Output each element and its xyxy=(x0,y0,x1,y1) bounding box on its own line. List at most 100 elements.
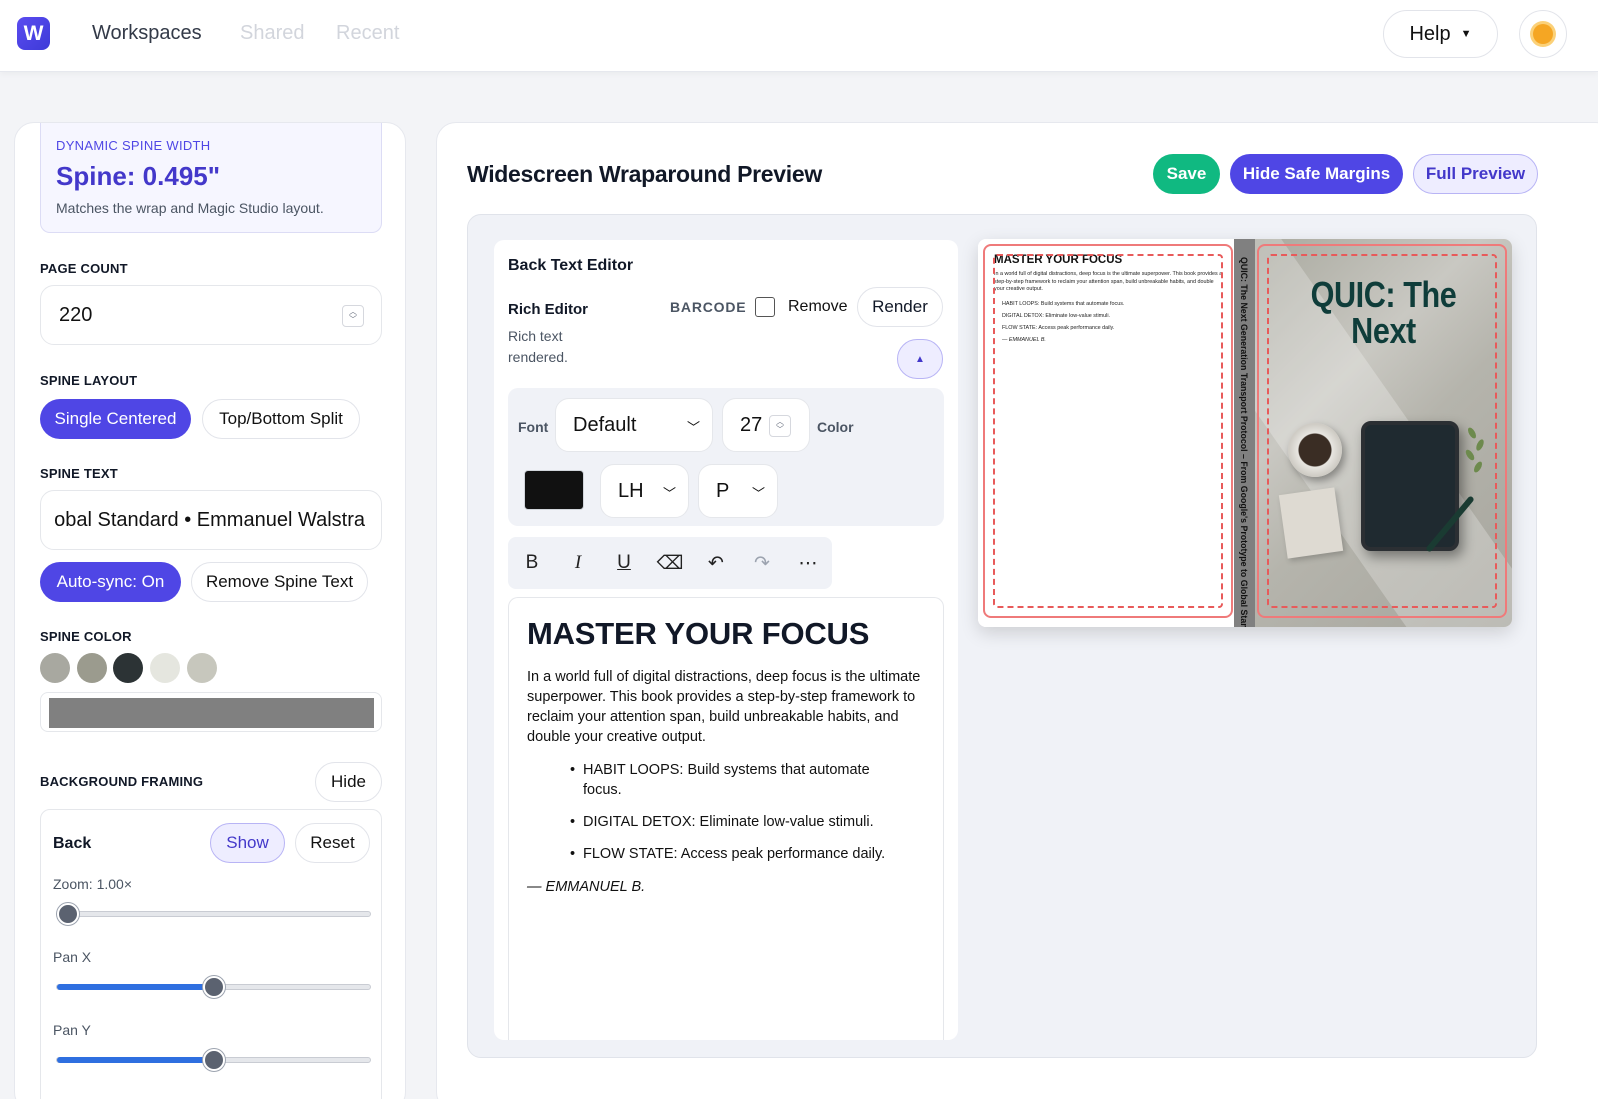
text-color-swatch[interactable] xyxy=(524,470,584,510)
help-label: Help xyxy=(1409,22,1451,45)
font-label: Font xyxy=(518,419,549,435)
chevron-up-icon: ▲ xyxy=(915,353,925,365)
remove-spine-text-button[interactable]: Remove Spine Text xyxy=(191,562,368,602)
pan-y-fill xyxy=(57,1057,214,1063)
redo-icon[interactable]: ↷ xyxy=(749,550,775,576)
spine-width-note: Matches the wrap and Magic Studio layout… xyxy=(56,200,324,216)
nav-workspaces[interactable]: Workspaces xyxy=(92,22,202,45)
back-text-editor: Back Text Editor Rich Editor Rich text r… xyxy=(494,240,958,1040)
italic-icon[interactable]: I xyxy=(565,550,591,576)
app-logo[interactable]: W xyxy=(17,17,50,50)
pan-x-label: Pan X xyxy=(53,949,92,965)
hide-safe-margins-button[interactable]: Hide Safe Margins xyxy=(1230,154,1403,194)
single-centered-button[interactable]: Single Centered xyxy=(40,399,191,439)
nav-shared[interactable]: Shared xyxy=(240,22,305,45)
font-select-value: Default xyxy=(573,413,637,436)
rich-text-toolbar: B I U ⌫ ↶ ↷ ⋯ xyxy=(508,537,832,589)
sun-icon xyxy=(1533,24,1553,44)
format-controls: Font Default ﹀ 27 ︿ ﹀ Color LH ﹀ P ﹀ xyxy=(508,388,944,526)
pan-y-slider-thumb[interactable] xyxy=(202,1049,225,1071)
color-swatch-4[interactable] xyxy=(150,653,180,683)
eraser-icon[interactable]: ⌫ xyxy=(657,550,684,576)
spine-width-value: Spine: 0.495" xyxy=(56,161,221,191)
preview-panel: Widescreen Wraparound Preview Save Hide … xyxy=(436,122,1598,1099)
cover-wrap-preview: MASTER YOUR FOCUS In a world full of dig… xyxy=(978,239,1512,627)
list-item: FLOW STATE: Access peak performance dail… xyxy=(570,844,903,864)
back-safe-margin xyxy=(993,254,1223,608)
chevron-down-icon: ﹀ xyxy=(751,486,765,501)
barcode-label: BARCODE xyxy=(670,299,747,315)
spine: QUIC: The Next Generation Transport Prot… xyxy=(1234,239,1255,627)
show-framing-button[interactable]: Show xyxy=(210,823,285,863)
color-swatch-5[interactable] xyxy=(187,653,217,683)
spine-settings-panel: DYNAMIC SPINE WIDTH Spine: 0.495" Matche… xyxy=(14,122,406,1099)
zoom-slider-thumb[interactable] xyxy=(57,903,79,925)
framing-back-title: Back xyxy=(53,835,92,852)
line-height-value: LH xyxy=(618,479,644,502)
page-count-label: PAGE COUNT xyxy=(40,261,128,276)
pan-x-slider-thumb[interactable] xyxy=(202,976,225,998)
content-signature: — EMMANUEL B. xyxy=(527,879,646,895)
paragraph-style-select[interactable]: P ﹀ xyxy=(698,464,778,518)
spine-title: QUIC: The Next Generation Transport Prot… xyxy=(1239,257,1249,627)
content-paragraph: In a world full of digital distractions,… xyxy=(527,669,921,745)
spine-layout-label: SPINE LAYOUT xyxy=(40,373,138,388)
zoom-label: Zoom: 1.00× xyxy=(53,876,132,892)
nav-recent[interactable]: Recent xyxy=(336,22,399,45)
color-swatch-3[interactable] xyxy=(113,653,143,683)
top-navigation: W Workspaces Shared Recent Help ▼ xyxy=(0,0,1598,72)
render-button[interactable]: Render xyxy=(857,287,943,327)
spine-color-preview xyxy=(49,698,374,728)
content-bullet-list: HABIT LOOPS: Build systems that automate… xyxy=(570,760,903,876)
rich-editor-label: Rich Editor xyxy=(508,301,589,318)
page-title: Widescreen Wraparound Preview xyxy=(467,161,822,187)
color-swatch-2[interactable] xyxy=(77,653,107,683)
preview-area: Back Text Editor Rich Editor Rich text r… xyxy=(467,214,1537,1058)
stepper-down-icon[interactable]: ﹀ xyxy=(349,316,357,324)
page-count-stepper[interactable]: ︿ ﹀ xyxy=(342,305,364,327)
paragraph-style-value: P xyxy=(716,479,730,502)
reset-framing-button[interactable]: Reset xyxy=(295,823,370,863)
pan-y-label: Pan Y xyxy=(53,1022,91,1038)
help-button[interactable]: Help ▼ xyxy=(1383,10,1498,58)
editor-title: Back Text Editor xyxy=(508,257,634,274)
font-size-input[interactable]: 27 ︿ ﹀ xyxy=(722,398,810,452)
more-options-icon[interactable]: ⋯ xyxy=(795,550,821,576)
barcode-remove-checkbox[interactable] xyxy=(755,297,775,317)
top-bottom-split-button[interactable]: Top/Bottom Split xyxy=(202,399,360,439)
rich-editor-subtitle: Rich text rendered. xyxy=(508,328,568,365)
barcode-remove-label[interactable]: Remove xyxy=(788,298,848,316)
save-button[interactable]: Save xyxy=(1153,154,1220,194)
spine-width-card: DYNAMIC SPINE WIDTH Spine: 0.495" Matche… xyxy=(40,123,382,233)
spine-color-picker[interactable] xyxy=(40,692,382,732)
bold-icon[interactable]: B xyxy=(519,550,545,576)
zoom-slider[interactable] xyxy=(56,903,371,925)
auto-sync-toggle[interactable]: Auto-sync: On xyxy=(40,562,181,602)
list-item: DIGITAL DETOX: Eliminate low-value stimu… xyxy=(570,812,903,832)
pan-y-slider[interactable] xyxy=(56,1049,371,1071)
chevron-down-icon: ﹀ xyxy=(662,486,676,501)
font-size-value: 27 xyxy=(740,413,763,436)
full-preview-button[interactable]: Full Preview xyxy=(1413,154,1538,194)
stepper-down-icon[interactable]: ﹀ xyxy=(776,426,784,434)
page-count-input[interactable]: 220 ︿ ﹀ xyxy=(40,285,382,345)
pan-x-fill xyxy=(57,984,214,990)
line-height-select[interactable]: LH ﹀ xyxy=(600,464,689,518)
hide-framing-button[interactable]: Hide xyxy=(315,762,382,802)
undo-icon[interactable]: ↶ xyxy=(703,550,729,576)
front-safe-margin xyxy=(1267,254,1497,608)
underline-icon[interactable]: U xyxy=(611,550,637,576)
spine-text-input[interactable]: obal Standard • Emmanuel Walstra xyxy=(40,490,382,550)
chevron-down-icon: ﹀ xyxy=(686,420,700,435)
color-swatch-1[interactable] xyxy=(40,653,70,683)
rich-text-area[interactable]: MASTER YOUR FOCUS In a world full of dig… xyxy=(508,597,944,1040)
font-size-stepper[interactable]: ︿ ﹀ xyxy=(769,415,791,437)
theme-toggle-button[interactable] xyxy=(1519,10,1567,58)
collapse-toolbar-button[interactable]: ▲ xyxy=(897,339,943,379)
background-framing-label: BACKGROUND FRAMING xyxy=(40,774,204,789)
back-framing-card: Back Show Reset Zoom: 1.00× Pan X Pan Y xyxy=(40,809,382,1099)
list-item: HABIT LOOPS: Build systems that automate… xyxy=(570,760,903,800)
color-label: Color xyxy=(817,419,854,435)
font-select[interactable]: Default ﹀ xyxy=(555,398,713,452)
pan-x-slider[interactable] xyxy=(56,976,371,998)
